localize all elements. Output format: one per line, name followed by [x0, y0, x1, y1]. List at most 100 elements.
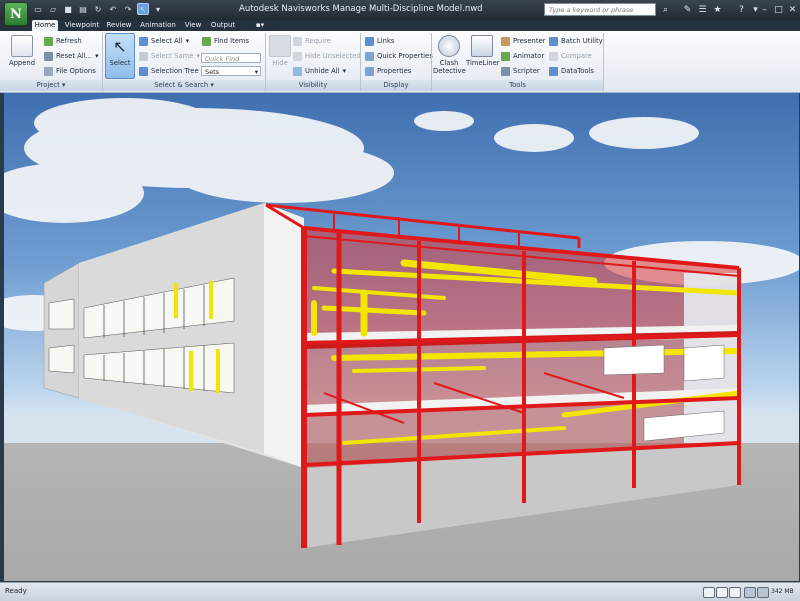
- chevron-down-icon: ▾: [254, 68, 258, 76]
- select-pointer-icon: ↖: [113, 37, 127, 56]
- tab-review[interactable]: Review: [104, 20, 134, 31]
- quick-find-input[interactable]: Quick Find: [201, 53, 261, 63]
- new-file-icon[interactable]: ▭: [32, 3, 44, 15]
- links-icon: [365, 36, 374, 46]
- tab-animation[interactable]: Animation: [138, 20, 178, 31]
- unhide-all-button[interactable]: Unhide All ▾: [293, 65, 346, 77]
- minimize-icon[interactable]: –: [758, 3, 771, 16]
- scene-viewport[interactable]: [4, 93, 799, 581]
- print-icon[interactable]: ▤: [77, 3, 89, 15]
- scripter-button[interactable]: Scripter: [501, 65, 540, 77]
- tab-output[interactable]: Output: [208, 20, 238, 31]
- search-icon[interactable]: ⌕: [659, 3, 672, 16]
- reset-all-button[interactable]: Reset All... ▾: [44, 50, 98, 62]
- tab-extra-dropdown-icon[interactable]: ▪▾: [252, 20, 268, 31]
- help-icon[interactable]: ?: [735, 3, 748, 16]
- memory-usage: 342 MB: [771, 588, 794, 595]
- performance-indicator-icon: [744, 587, 756, 598]
- help-topics-icon[interactable]: ☰: [696, 3, 709, 16]
- select-search-group-label[interactable]: Select & Search ▾: [103, 80, 265, 91]
- reset-icon: [44, 51, 53, 61]
- display-group-label: Display: [361, 80, 431, 91]
- presenter-button[interactable]: Presenter: [501, 35, 545, 47]
- clash-detective-button[interactable]: Clash Detective: [433, 32, 466, 75]
- refresh-button[interactable]: Refresh: [44, 35, 82, 47]
- batch-utility-button[interactable]: Batch Utility: [549, 35, 603, 47]
- sheet-browser-icon[interactable]: [703, 587, 715, 598]
- close-icon[interactable]: ✕: [786, 3, 799, 16]
- select-pointer-icon[interactable]: ↖: [137, 3, 149, 15]
- visibility-group-label: Visibility: [266, 80, 360, 91]
- quick-properties-button[interactable]: Quick Properties: [365, 50, 433, 62]
- undo-icon[interactable]: ↶: [107, 3, 119, 15]
- window-title: Autodesk Navisworks Manage Multi-Discipl…: [239, 4, 483, 14]
- select-same-button[interactable]: Select Same ▾: [139, 50, 200, 62]
- application-menu-button[interactable]: N: [4, 2, 28, 26]
- unhide-all-icon: [293, 66, 302, 76]
- select-all-button[interactable]: Select All ▾: [139, 35, 189, 47]
- ribbon-panel: Append Refresh Reset All... ▾ File Optio…: [0, 31, 800, 93]
- quick-properties-icon: [365, 51, 374, 61]
- animator-icon: [501, 51, 510, 61]
- open-folder-icon[interactable]: ▱: [47, 3, 59, 15]
- scripter-icon: [501, 66, 510, 76]
- group-divider: [603, 33, 604, 91]
- save-icon[interactable]: ■: [62, 3, 74, 15]
- tab-view[interactable]: View: [182, 20, 204, 31]
- maximize-icon[interactable]: □: [772, 3, 785, 16]
- search-input[interactable]: Type a keyword or phrase: [544, 3, 656, 16]
- append-icon: [11, 35, 33, 57]
- hide-unselected-button[interactable]: Hide Unselected: [293, 50, 361, 62]
- dropdown-arrow-icon[interactable]: ▾: [152, 3, 164, 15]
- datatools-button[interactable]: DataTools: [549, 65, 594, 77]
- tab-home[interactable]: Home: [32, 20, 58, 31]
- presenter-icon: [501, 36, 510, 46]
- selection-tree-icon: [139, 66, 148, 76]
- previous-sheet-icon[interactable]: [716, 587, 728, 598]
- refresh-icon[interactable]: ↻: [92, 3, 104, 15]
- office-wing: [43, 203, 304, 468]
- redo-icon[interactable]: ↷: [122, 3, 134, 15]
- next-sheet-icon[interactable]: [729, 587, 741, 598]
- find-items-icon: [202, 36, 211, 46]
- require-button[interactable]: Require: [293, 35, 331, 47]
- disk-indicator-icon: [757, 587, 769, 598]
- status-bar: Ready 342 MB: [0, 582, 800, 601]
- navisworks-logo-icon: N: [10, 6, 22, 22]
- properties-icon: [365, 66, 374, 76]
- select-all-icon: [139, 36, 148, 46]
- sets-dropdown[interactable]: Sets ▾: [201, 66, 261, 76]
- select-same-icon: [139, 51, 148, 61]
- datatools-icon: [549, 66, 558, 76]
- timeliner-button[interactable]: TimeLiner: [466, 32, 500, 67]
- compare-icon: [549, 51, 558, 61]
- compare-button[interactable]: Compare: [549, 50, 592, 62]
- file-options-icon: [44, 66, 53, 76]
- animator-button[interactable]: Animator: [501, 50, 544, 62]
- select-button[interactable]: ↖ Select: [105, 33, 135, 79]
- links-button[interactable]: Links: [365, 35, 394, 47]
- tab-viewpoint[interactable]: Viewpoint: [62, 20, 102, 31]
- tools-icon[interactable]: ✎: [681, 3, 694, 16]
- require-icon: [293, 36, 302, 46]
- file-options-button[interactable]: File Options: [44, 65, 96, 77]
- selection-tree-button[interactable]: Selection Tree: [139, 65, 199, 77]
- quick-access-toolbar: ▭ ▱ ■ ▤ ↻ ↶ ↷ ↖ ▾: [32, 3, 164, 15]
- append-button[interactable]: Append: [8, 32, 36, 67]
- refresh-icon: [44, 36, 53, 46]
- clash-detective-icon: [438, 35, 460, 57]
- title-bar: N ▭ ▱ ■ ▤ ↻ ↶ ↷ ↖ ▾ Autodesk Navisworks …: [0, 0, 800, 26]
- timeliner-icon: [471, 35, 493, 57]
- hide-unselected-icon: [293, 51, 302, 61]
- hide-button[interactable]: Hide: [266, 32, 294, 67]
- building-model: [4, 98, 799, 548]
- project-group-label[interactable]: Project ▾: [0, 80, 102, 91]
- status-text: Ready: [5, 587, 27, 595]
- find-items-button[interactable]: Find Items: [202, 35, 249, 47]
- properties-button[interactable]: Properties: [365, 65, 411, 77]
- favorites-star-icon[interactable]: ★: [711, 3, 724, 16]
- hide-icon: [269, 35, 291, 57]
- ribbon-tab-bar: Home Viewpoint Review Animation View Out…: [0, 20, 800, 31]
- tools-group-label: Tools: [432, 80, 603, 91]
- batch-utility-icon: [549, 36, 558, 46]
